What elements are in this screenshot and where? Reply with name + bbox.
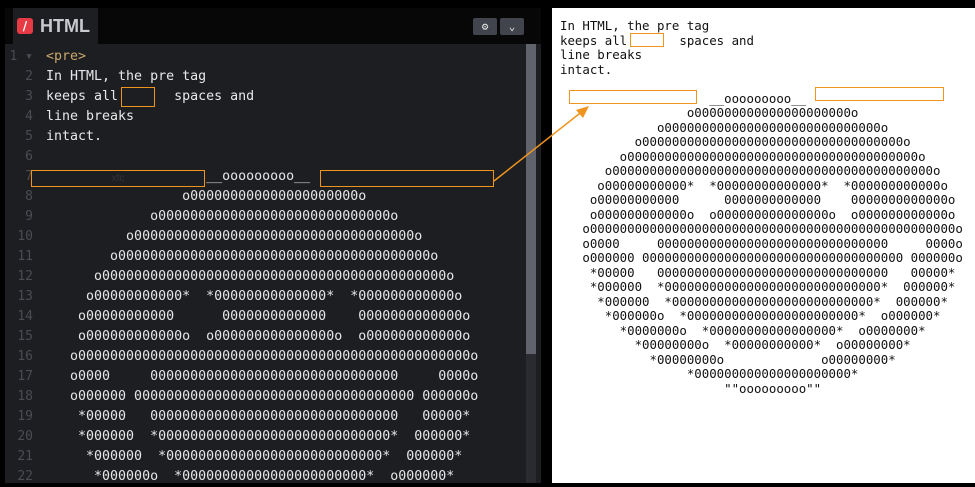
connector-arrow (493, 106, 589, 182)
